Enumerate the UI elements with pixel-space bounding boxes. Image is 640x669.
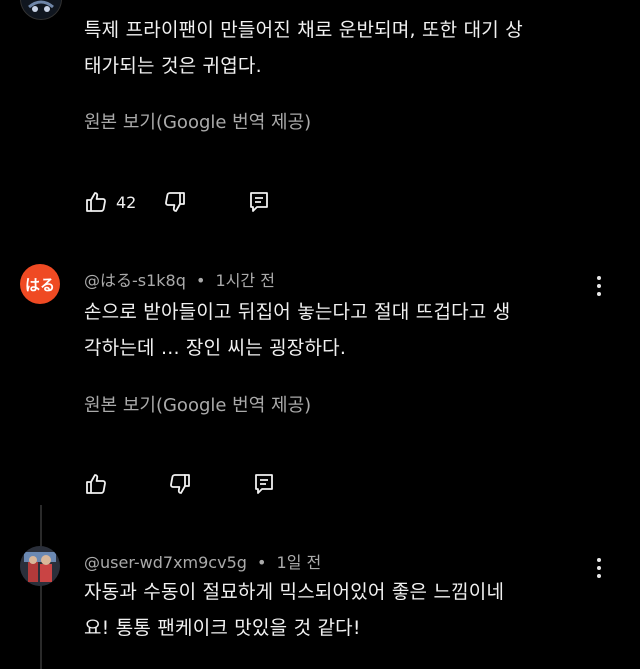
comment-body-line: 태가되는 것은 귀엽다. <box>84 55 262 77</box>
more-vertical-icon <box>597 276 601 280</box>
meta-separator: • <box>196 271 206 290</box>
comment-meta: @はる-s1k8q • 1시간 전 <box>84 267 275 291</box>
comment-actions <box>84 469 276 499</box>
comment-body-line: 손으로 받아들이고 뒤집어 놓는다고 절대 뜨겁다고 생 <box>84 301 511 323</box>
avatar[interactable] <box>20 546 60 586</box>
comment-body: 자동과 수동이 절묘하게 믹스되어있어 좋은 느낌이네 요! 통통 팬케이크 맛… <box>84 574 594 646</box>
reply-icon <box>255 474 273 494</box>
avatar[interactable]: はる <box>20 264 60 304</box>
comment-body: 손으로 받아들이고 뒤집어 놓는다고 절대 뜨겁다고 생 각하는데 ... 장인… <box>84 294 594 366</box>
comment-body-line: 특제 프라이팬이 만들어진 채로 운반되며, 또한 대기 상 <box>84 19 523 41</box>
author-name[interactable]: @user-wd7xm9cv5g <box>84 553 247 572</box>
thumb-down-icon <box>170 474 190 494</box>
author-name[interactable]: @はる-s1k8q <box>84 271 186 290</box>
like-count: 42 <box>116 192 137 212</box>
more-vertical-icon <box>597 558 601 562</box>
comment-time[interactable]: 1시간 전 <box>216 271 275 290</box>
show-original-link[interactable]: 원본 보기(Google 번역 제공) <box>84 391 311 417</box>
comment-body-line: 자동과 수동이 절묘하게 믹스되어있어 좋은 느낌이네 <box>84 581 505 603</box>
thumb-up-icon <box>86 474 106 494</box>
comments-page: 특제 프라이팬이 만들어진 채로 운반되며, 또한 대기 상 태가되는 것은 귀… <box>0 0 640 669</box>
thumb-down-icon <box>165 192 186 212</box>
reply-button[interactable] <box>252 469 276 499</box>
comment-actions: 42 <box>84 187 271 217</box>
reply-thread-line <box>40 505 42 669</box>
reply-icon <box>250 192 269 212</box>
comment-time[interactable]: 1일 전 <box>277 553 322 572</box>
comment-body-line: 요! 통통 팬케이크 맛있을 것 같다! <box>84 617 361 639</box>
dislike-button[interactable] <box>163 187 187 217</box>
avatar[interactable] <box>20 0 62 20</box>
reply-button[interactable] <box>247 187 271 217</box>
avatar-image <box>20 546 60 586</box>
show-original-link[interactable]: 원본 보기(Google 번역 제공) <box>84 108 311 134</box>
comment-body: 특제 프라이팬이 만들어진 채로 운반되며, 또한 대기 상 태가되는 것은 귀… <box>84 12 594 84</box>
meta-separator: • <box>257 553 267 572</box>
comment-body-line: 각하는데 ... 장인 씨는 굉장하다. <box>84 337 347 359</box>
thumb-up-icon <box>86 192 106 212</box>
comment-meta: @user-wd7xm9cv5g • 1일 전 <box>84 549 321 573</box>
like-button[interactable]: 42 <box>84 187 136 217</box>
like-button[interactable] <box>84 469 108 499</box>
avatar-image <box>21 0 61 19</box>
dislike-button[interactable] <box>168 469 192 499</box>
